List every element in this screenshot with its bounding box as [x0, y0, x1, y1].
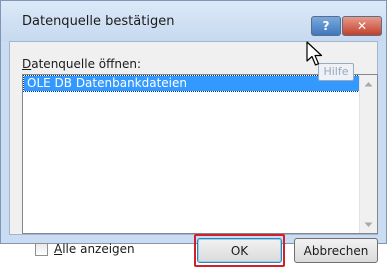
cancel-button[interactable]: Abbrechen	[294, 238, 378, 263]
help-button[interactable]: ?	[311, 16, 341, 36]
list-item-ole-db[interactable]: OLE DB Datenbankdateien	[23, 75, 360, 92]
title-bar[interactable]: Datenquelle bestätigen ? ✕	[1, 1, 386, 41]
open-data-source-label: Datenquelle öffnen:	[22, 57, 142, 71]
data-source-listbox[interactable]: OLE DB Datenbankdateien	[22, 74, 378, 234]
dialog-title: Datenquelle bestätigen	[22, 14, 175, 29]
confirm-data-source-dialog: Datenquelle bestätigen ? ✕ Datenquelle ö…	[0, 0, 387, 267]
ok-button[interactable]: OK	[197, 238, 282, 263]
help-icon: ?	[322, 19, 330, 33]
scroll-up-icon[interactable]	[360, 75, 377, 92]
mouse-cursor-icon	[306, 41, 323, 66]
close-icon: ✕	[356, 19, 368, 33]
show-all-checkbox[interactable]	[35, 243, 48, 256]
close-button[interactable]: ✕	[342, 16, 382, 36]
show-all-label[interactable]: Alle anzeigen	[54, 242, 135, 256]
scroll-down-icon[interactable]	[360, 216, 377, 233]
listbox-scrollbar[interactable]	[359, 75, 377, 233]
